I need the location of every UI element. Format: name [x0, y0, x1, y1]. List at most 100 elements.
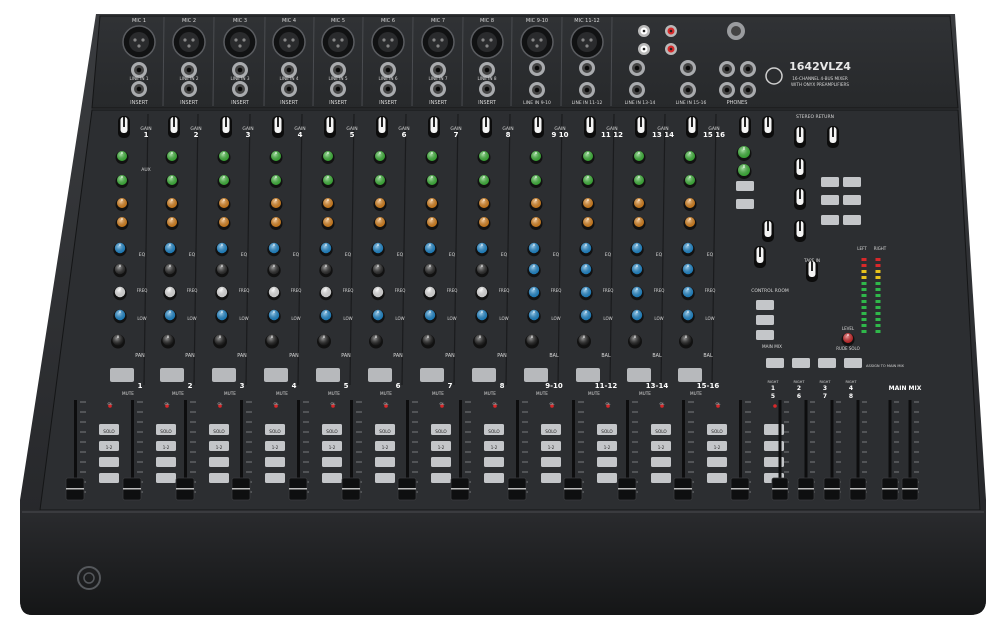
aux-send-knob[interactable] — [321, 217, 335, 230]
aux-send-knob[interactable] — [529, 198, 543, 211]
quarter-inch-jack[interactable] — [232, 81, 248, 97]
aux-send-knob[interactable] — [683, 198, 697, 211]
aux-send-knob[interactable] — [683, 217, 697, 230]
eq-knob[interactable] — [579, 309, 593, 324]
aux-send-knob[interactable] — [581, 198, 595, 211]
channel-fader[interactable] — [730, 477, 750, 501]
eq-knob[interactable] — [681, 242, 695, 257]
eq-knob[interactable] — [475, 286, 489, 301]
pan-knob[interactable] — [473, 334, 487, 349]
eq-knob[interactable] — [319, 242, 333, 257]
quarter-inch-jack[interactable] — [479, 81, 495, 97]
channel-fader[interactable] — [65, 477, 85, 501]
quarter-inch-jack[interactable] — [680, 82, 696, 98]
quarter-inch-jack[interactable] — [579, 82, 595, 98]
eq-knob[interactable] — [267, 242, 281, 257]
mute-button[interactable] — [368, 368, 392, 382]
master-switch[interactable] — [736, 199, 754, 209]
eq-knob[interactable] — [423, 309, 437, 324]
quarter-inch-jack[interactable] — [719, 82, 735, 98]
eq-knob[interactable] — [371, 263, 385, 278]
aux-send-knob[interactable] — [217, 151, 231, 164]
eq-knob[interactable] — [630, 286, 644, 301]
aux-send-knob[interactable] — [115, 217, 129, 230]
channel-fader[interactable] — [122, 477, 142, 501]
eq-knob[interactable] — [630, 263, 644, 278]
aux-send-knob[interactable] — [425, 198, 439, 211]
channel-fader[interactable] — [563, 477, 583, 501]
channel-fader[interactable] — [231, 477, 251, 501]
channel-fader[interactable] — [450, 477, 470, 501]
xlr-input[interactable] — [421, 25, 455, 59]
aux-send-knob[interactable] — [529, 175, 543, 188]
pan-knob[interactable] — [265, 334, 279, 349]
eq-knob[interactable] — [267, 263, 281, 278]
eq-knob[interactable] — [267, 286, 281, 301]
master-knob[interactable] — [827, 126, 839, 148]
master-knob[interactable] — [794, 158, 806, 180]
gain-knob[interactable] — [220, 116, 232, 138]
mute-button[interactable] — [420, 368, 444, 382]
mute-button[interactable] — [110, 368, 134, 382]
xlr-input[interactable] — [223, 25, 257, 59]
subgroup-fader[interactable] — [901, 477, 919, 501]
rca-jack[interactable] — [638, 25, 650, 37]
pan-knob[interactable] — [213, 334, 227, 349]
eq-knob[interactable] — [527, 286, 541, 301]
xlr-input[interactable] — [172, 25, 206, 59]
gain-knob[interactable] — [324, 116, 336, 138]
eq-knob[interactable] — [163, 242, 177, 257]
mute-button[interactable] — [160, 368, 184, 382]
eq-knob[interactable] — [319, 286, 333, 301]
aux-send-knob[interactable] — [217, 217, 231, 230]
eq-knob[interactable] — [163, 286, 177, 301]
channel-fader[interactable] — [175, 477, 195, 501]
subgroup-assign-button[interactable] — [844, 358, 862, 368]
mute-button[interactable] — [212, 368, 236, 382]
gain-knob[interactable] — [532, 116, 544, 138]
aux-send-knob[interactable] — [632, 217, 646, 230]
aux-send-knob[interactable] — [632, 175, 646, 188]
pan-knob[interactable] — [628, 334, 642, 349]
quarter-inch-jack[interactable] — [719, 61, 735, 77]
aux-send-knob[interactable] — [477, 175, 491, 188]
master-knob[interactable] — [794, 220, 806, 242]
quarter-inch-jack[interactable] — [131, 81, 147, 97]
mute-button[interactable] — [627, 368, 651, 382]
eq-knob[interactable] — [579, 263, 593, 278]
eq-knob[interactable] — [319, 309, 333, 324]
mute-button[interactable] — [264, 368, 288, 382]
aux-send-knob[interactable] — [115, 151, 129, 164]
eq-knob[interactable] — [113, 309, 127, 324]
aux-send-knob[interactable] — [269, 151, 283, 164]
master-switch[interactable] — [843, 215, 861, 225]
master-knob[interactable] — [794, 188, 806, 210]
subgroup-fader[interactable] — [771, 477, 789, 501]
rca-jack[interactable] — [638, 43, 650, 55]
eq-knob[interactable] — [423, 286, 437, 301]
mute-button[interactable] — [316, 368, 340, 382]
eq-knob[interactable] — [681, 309, 695, 324]
eq-knob[interactable] — [527, 263, 541, 278]
quarter-inch-jack[interactable] — [330, 81, 346, 97]
aux-send-knob[interactable] — [165, 175, 179, 188]
eq-knob[interactable] — [371, 242, 385, 257]
mute-button[interactable] — [576, 368, 600, 382]
xlr-input[interactable] — [272, 25, 306, 59]
eq-knob[interactable] — [267, 309, 281, 324]
xlr-input[interactable] — [570, 25, 604, 59]
aux-send-knob[interactable] — [165, 217, 179, 230]
quarter-inch-jack[interactable] — [629, 82, 645, 98]
master-switch[interactable] — [821, 195, 839, 205]
eq-knob[interactable] — [681, 286, 695, 301]
aux-send-knob[interactable] — [632, 151, 646, 164]
aux-send-knob[interactable] — [477, 217, 491, 230]
channel-fader[interactable] — [341, 477, 361, 501]
eq-knob[interactable] — [630, 242, 644, 257]
quarter-inch-jack[interactable] — [181, 81, 197, 97]
aux-send-knob[interactable] — [581, 217, 595, 230]
eq-knob[interactable] — [423, 242, 437, 257]
aux-send-knob[interactable] — [632, 198, 646, 211]
gain-knob[interactable] — [428, 116, 440, 138]
aux-send-knob[interactable] — [115, 175, 129, 188]
